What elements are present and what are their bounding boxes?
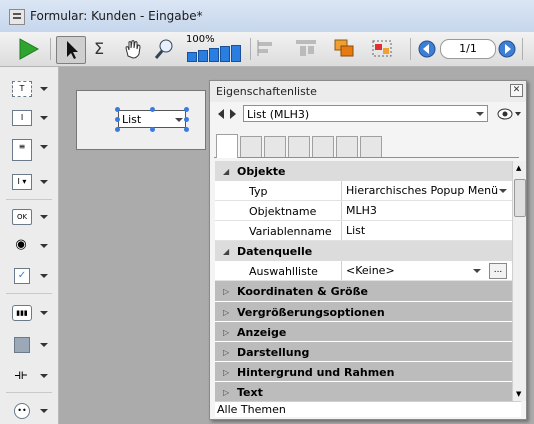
browse-button[interactable]: ...	[489, 263, 507, 279]
property-list-title: Eigenschaftenliste	[216, 85, 317, 98]
group-row[interactable]: ▷ Hintergrund und Rahmen	[215, 361, 512, 382]
window-title: Formular: Kunden - Eingabe*	[30, 9, 203, 23]
button-tool-icon[interactable]: OK	[8, 206, 52, 228]
align-icon[interactable]	[254, 36, 278, 62]
eye-icon[interactable]	[496, 106, 522, 122]
order-icon[interactable]: Σ	[90, 36, 114, 62]
group-row[interactable]: ▷ Darstellung	[215, 341, 512, 362]
run-form-icon[interactable]	[14, 36, 44, 62]
zoom-bars-icon	[186, 45, 246, 62]
object-tool-palette: T I ≡ I ▾ OK ◉ ✓ ▮▮▮ ⟛ ••	[0, 67, 59, 424]
tab-formula-icon[interactable]	[288, 136, 310, 157]
field-tool-icon[interactable]: I	[8, 107, 52, 129]
property-tabs	[214, 133, 519, 158]
form-window-icon	[9, 9, 25, 25]
group-row[interactable]: ▷ Text	[215, 381, 512, 401]
plugin-tool-icon[interactable]: ••	[8, 400, 52, 422]
property-list-header: Eigenschaftenliste ✕	[210, 81, 526, 102]
property-row[interactable]: Auswahlliste <Keine>...	[215, 261, 512, 281]
selection-handle[interactable]	[184, 107, 189, 112]
group-row[interactable]: ▷ Anzeige	[215, 321, 512, 342]
scroll-down-icon[interactable]: ▼	[516, 390, 521, 398]
type-value[interactable]: Hierarchisches Popup Menü	[341, 181, 512, 201]
zoom-label: 100%	[186, 34, 215, 45]
combo-tool-icon[interactable]: I ▾	[8, 171, 52, 193]
list-popup-object[interactable]: List	[118, 110, 186, 128]
arrow-select-icon[interactable]	[56, 36, 86, 64]
shape-tool-icon[interactable]	[8, 334, 52, 356]
tab-gear-icon[interactable]	[264, 136, 286, 157]
tab-chart-icon[interactable]	[312, 136, 334, 157]
page-prev-icon[interactable]	[416, 36, 438, 62]
text-tool-icon[interactable]: T	[8, 78, 52, 100]
tab-more-icon[interactable]	[360, 136, 382, 157]
scroll-up-icon[interactable]: ▲	[516, 164, 521, 172]
object-nav-arrows-icon[interactable]	[216, 107, 240, 121]
property-row[interactable]: Objektname MLH3	[215, 201, 512, 221]
selection-handle[interactable]	[115, 117, 120, 122]
list-tool-icon[interactable]: ≡	[8, 136, 52, 164]
check-tool-icon[interactable]: ✓	[8, 265, 52, 287]
group-row[interactable]: ▷ Koordinaten & Größe	[215, 281, 512, 301]
choice-list-value[interactable]: <Keine>	[341, 261, 512, 281]
tab-display-icon[interactable]	[336, 136, 358, 157]
group-row[interactable]: ▷ Vergrößerungsoptionen	[215, 301, 512, 322]
property-row[interactable]: Variablenname List	[215, 221, 512, 241]
form-editor-toolbar: Σ 100% 1/1	[0, 32, 534, 81]
property-row[interactable]: Typ Hierarchisches Popup Menü	[215, 181, 512, 201]
list-popup-label: List	[122, 113, 142, 126]
object-selector[interactable]: List (MLH3)	[243, 105, 488, 122]
svg-text:Σ: Σ	[94, 39, 104, 58]
selection-handle[interactable]	[150, 107, 155, 112]
radio-tool-icon[interactable]: ◉	[8, 235, 52, 257]
category-row[interactable]: ◢ Objekte	[215, 161, 512, 182]
title-bar: Formular: Kunden - Eingabe*	[0, 0, 534, 33]
property-grid: ◢ Objekte Typ Hierarchisches Popup Menü Ob…	[215, 161, 512, 401]
selection-handle[interactable]	[115, 127, 120, 132]
tab-all-properties-icon[interactable]	[216, 134, 238, 158]
selection-handle[interactable]	[150, 127, 155, 132]
property-filter[interactable]: Alle Themen	[215, 401, 521, 417]
level-icon[interactable]	[332, 36, 358, 62]
scroll-thumb[interactable]	[514, 179, 526, 217]
distribute-icon[interactable]	[292, 36, 322, 62]
tab-object-icon[interactable]	[240, 136, 262, 157]
close-icon[interactable]: ✕	[510, 84, 523, 97]
zoom-level-control[interactable]: 100%	[186, 34, 246, 64]
selection-handle[interactable]	[184, 127, 189, 132]
hand-icon[interactable]	[120, 36, 146, 62]
page-next-icon[interactable]	[496, 36, 518, 62]
selection-handle[interactable]	[184, 117, 189, 122]
splitter-tool-icon[interactable]: ⟛	[8, 365, 52, 387]
zoom-icon[interactable]	[152, 36, 178, 62]
property-scrollbar[interactable]: ▲ ▼	[512, 161, 526, 401]
category-row[interactable]: ◢ Datenquelle	[215, 241, 512, 262]
page-indicator[interactable]: 1/1	[440, 39, 496, 59]
object-selector-value: List (MLH3)	[247, 108, 310, 121]
group-icon[interactable]	[370, 36, 396, 62]
property-list-panel: Eigenschaftenliste ✕ List (MLH3) ◢ Objekt…	[209, 80, 527, 420]
tab-tool-icon[interactable]: ▮▮▮	[8, 302, 52, 324]
selection-handle[interactable]	[115, 107, 120, 112]
